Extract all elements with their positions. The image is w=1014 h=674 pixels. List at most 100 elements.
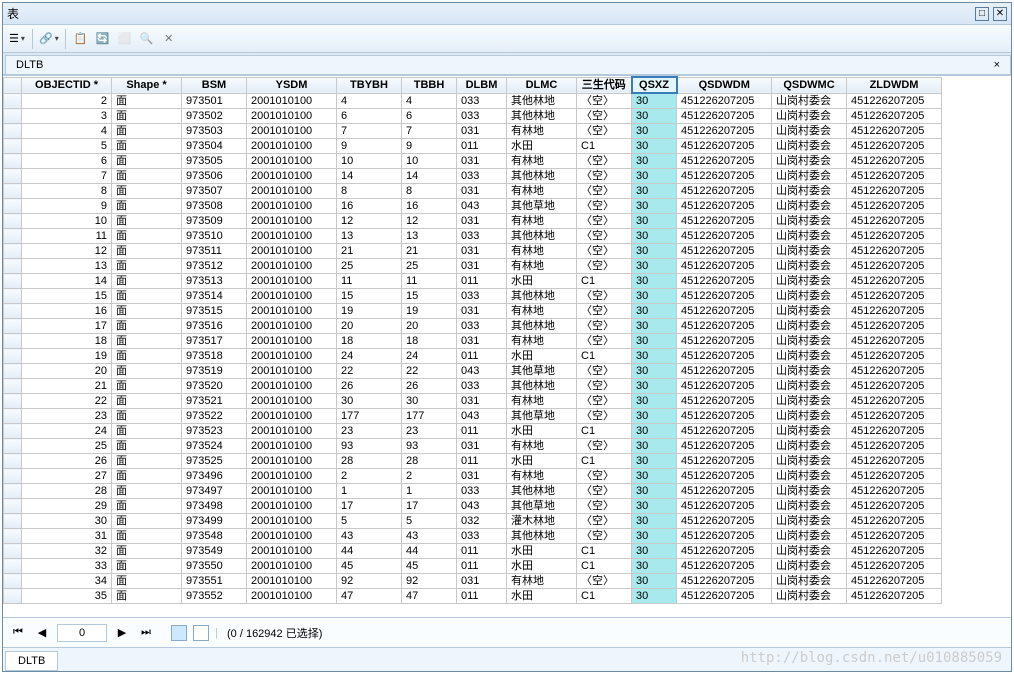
column-header[interactable]: TBYBH — [337, 77, 402, 93]
cell[interactable]: 面 — [112, 589, 182, 604]
cell[interactable]: 973522 — [182, 409, 247, 424]
table-row[interactable]: 24面97352320010101002323011水田C13045122620… — [4, 424, 942, 439]
cell[interactable]: 〈空〉 — [577, 409, 632, 424]
cell[interactable]: 19 — [402, 304, 457, 319]
cell[interactable]: 面 — [112, 93, 182, 109]
cell[interactable]: 山岗村委会 — [772, 349, 847, 364]
cell[interactable]: 30 — [402, 394, 457, 409]
cell[interactable]: 2001010100 — [247, 124, 337, 139]
cell[interactable]: 山岗村委会 — [772, 529, 847, 544]
cell[interactable]: 面 — [112, 454, 182, 469]
cell[interactable]: 2 — [22, 93, 112, 109]
cell[interactable]: 031 — [457, 184, 507, 199]
cell[interactable]: 011 — [457, 139, 507, 154]
table-row[interactable]: 32面97354920010101004444011水田C13045122620… — [4, 544, 942, 559]
cell[interactable]: 033 — [457, 169, 507, 184]
cell[interactable]: 18 — [402, 334, 457, 349]
table-row[interactable]: 5面973504200101010099011水田C13045122620720… — [4, 139, 942, 154]
cell[interactable]: 2001010100 — [247, 139, 337, 154]
cell[interactable]: 山岗村委会 — [772, 589, 847, 604]
cell[interactable]: 7 — [22, 169, 112, 184]
cell[interactable]: 11 — [337, 274, 402, 289]
table-row[interactable]: 15面97351420010101001515033其他林地〈空〉3045122… — [4, 289, 942, 304]
cell[interactable]: 451226207205 — [847, 289, 942, 304]
cell[interactable]: 山岗村委会 — [772, 214, 847, 229]
cell[interactable]: 15 — [337, 289, 402, 304]
cell[interactable]: 30 — [632, 379, 677, 394]
cell[interactable]: 〈空〉 — [577, 109, 632, 124]
cell[interactable]: 25 — [402, 259, 457, 274]
cell[interactable]: 23 — [22, 409, 112, 424]
cell[interactable]: 2001010100 — [247, 259, 337, 274]
cell[interactable]: 1 — [337, 484, 402, 499]
cell[interactable]: 面 — [112, 499, 182, 514]
cell[interactable]: 2001010100 — [247, 229, 337, 244]
cell[interactable]: 面 — [112, 544, 182, 559]
cell[interactable]: 451226207205 — [677, 559, 772, 574]
cell[interactable]: 山岗村委会 — [772, 469, 847, 484]
row-header[interactable] — [4, 394, 22, 409]
cell[interactable]: 山岗村委会 — [772, 484, 847, 499]
table-row[interactable]: 11面97351020010101001313033其他林地〈空〉3045122… — [4, 229, 942, 244]
cell[interactable]: 面 — [112, 424, 182, 439]
cell[interactable]: 5 — [402, 514, 457, 529]
cell[interactable]: 451226207205 — [847, 454, 942, 469]
cell[interactable]: 12 — [337, 214, 402, 229]
cell[interactable]: 30 — [632, 319, 677, 334]
cell[interactable]: 2001010100 — [247, 304, 337, 319]
cell[interactable]: 451226207205 — [677, 544, 772, 559]
cell[interactable]: 2001010100 — [247, 154, 337, 169]
cell[interactable]: 031 — [457, 244, 507, 259]
cell[interactable]: 451226207205 — [677, 439, 772, 454]
cell[interactable]: 4 — [22, 124, 112, 139]
cell[interactable]: 177 — [337, 409, 402, 424]
cell[interactable]: 973501 — [182, 93, 247, 109]
cell[interactable]: 451226207205 — [847, 589, 942, 604]
cell[interactable]: 44 — [337, 544, 402, 559]
cell[interactable]: 031 — [457, 394, 507, 409]
cell[interactable]: 451226207205 — [677, 424, 772, 439]
cell[interactable]: 30 — [632, 364, 677, 379]
cell[interactable]: 3 — [22, 109, 112, 124]
cell[interactable]: C1 — [577, 559, 632, 574]
cell[interactable]: 451226207205 — [847, 424, 942, 439]
cell[interactable]: 451226207205 — [677, 364, 772, 379]
cell[interactable]: 451226207205 — [677, 394, 772, 409]
cell[interactable]: 山岗村委会 — [772, 244, 847, 259]
column-header[interactable]: ZLDWDM — [847, 77, 942, 93]
cell[interactable]: 面 — [112, 379, 182, 394]
cell[interactable]: 011 — [457, 424, 507, 439]
cell[interactable]: 451226207205 — [847, 514, 942, 529]
cell[interactable]: 451226207205 — [847, 469, 942, 484]
cell[interactable]: 山岗村委会 — [772, 259, 847, 274]
row-header[interactable] — [4, 93, 22, 109]
cell[interactable]: 山岗村委会 — [772, 409, 847, 424]
cell[interactable]: 面 — [112, 154, 182, 169]
cell[interactable]: 451226207205 — [847, 274, 942, 289]
cell[interactable]: 26 — [337, 379, 402, 394]
cell[interactable]: 43 — [402, 529, 457, 544]
cell[interactable]: 14 — [402, 169, 457, 184]
cell[interactable]: 水田 — [507, 544, 577, 559]
show-selected-records-button[interactable] — [193, 625, 209, 641]
cell[interactable]: 973513 — [182, 274, 247, 289]
cell[interactable]: 山岗村委会 — [772, 559, 847, 574]
cell[interactable]: 山岗村委会 — [772, 199, 847, 214]
cell[interactable]: 其他林地 — [507, 379, 577, 394]
cell[interactable]: 17 — [402, 499, 457, 514]
cell[interactable]: 973514 — [182, 289, 247, 304]
cell[interactable]: 973497 — [182, 484, 247, 499]
cell[interactable]: 451226207205 — [847, 229, 942, 244]
cell[interactable]: 451226207205 — [677, 199, 772, 214]
cell[interactable]: 5 — [22, 139, 112, 154]
cell[interactable]: 2001010100 — [247, 589, 337, 604]
cell[interactable]: 451226207205 — [677, 214, 772, 229]
cell[interactable]: 〈空〉 — [577, 214, 632, 229]
cell[interactable]: 973551 — [182, 574, 247, 589]
cell[interactable]: 451226207205 — [847, 124, 942, 139]
cell[interactable]: 451226207205 — [847, 409, 942, 424]
row-header[interactable] — [4, 154, 22, 169]
cell[interactable]: 2001010100 — [247, 574, 337, 589]
cell[interactable]: 973524 — [182, 439, 247, 454]
cell[interactable]: 451226207205 — [677, 259, 772, 274]
